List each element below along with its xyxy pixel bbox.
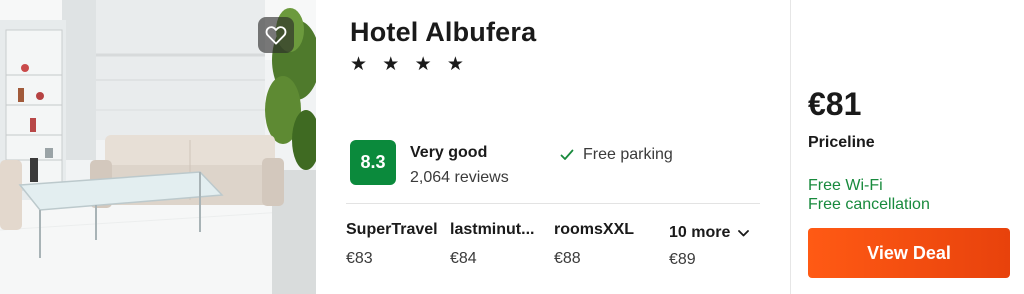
provider-option[interactable]: SuperTravel €83 [346,221,446,268]
provider-name: lastminut... [450,221,535,238]
deal-provider: Priceline [808,134,875,151]
hotel-name[interactable]: Hotel Albufera [350,17,536,48]
rating-label: Very good [410,144,488,161]
provider-name: SuperTravel [346,221,438,238]
deal-box: €81 Priceline Free Wi-Fi Free cancellati… [790,0,1024,294]
amenity-label: Free parking [583,146,673,163]
favorite-button[interactable] [258,17,294,53]
hotel-photo[interactable] [0,0,316,294]
provider-price: €83 [346,250,373,267]
hotel-info: Hotel Albufera ★ ★ ★ ★ 8.3 Very good 2,0… [316,0,790,294]
perk-free-wifi: Free Wi-Fi [808,177,883,194]
star-rating: ★ ★ ★ ★ [350,54,469,75]
provider-name: roomsXXL [554,221,635,238]
provider-option[interactable]: roomsXXL €88 [554,221,654,268]
heart-icon [265,26,287,45]
check-icon [560,149,574,160]
hotel-result-card: Hotel Albufera ★ ★ ★ ★ 8.3 Very good 2,0… [0,0,1024,294]
deal-price: €81 [808,86,862,122]
rating-score-badge: 8.3 [350,140,396,185]
more-providers-price: €89 [669,251,696,268]
deal-perks: Free Wi-Fi Free cancellation [808,176,930,214]
chevron-down-icon [738,229,750,236]
provider-price: €84 [450,250,477,267]
divider [346,203,760,204]
review-count[interactable]: 2,064 reviews [410,169,509,187]
more-providers-label: 10 more [669,224,731,241]
more-providers-button[interactable]: 10 more [669,224,750,242]
amenity-free-parking: Free parking [560,146,673,164]
provider-price: €88 [554,250,581,267]
perk-free-cancellation: Free cancellation [808,196,930,213]
provider-option[interactable]: lastminut... €84 [450,221,546,268]
view-deal-button[interactable]: View Deal [808,228,1010,278]
